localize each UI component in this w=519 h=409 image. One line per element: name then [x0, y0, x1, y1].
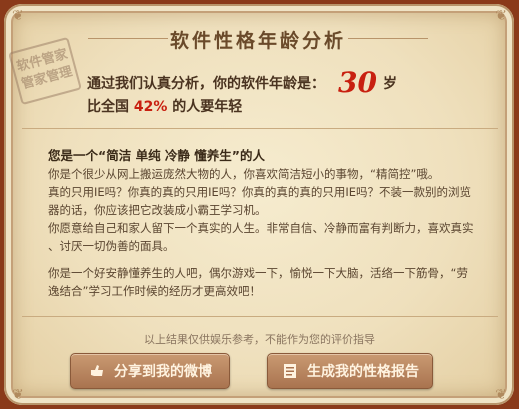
software-age-value: 30	[338, 66, 377, 99]
corner-ornament-icon: ❦	[12, 387, 24, 403]
report-icon	[281, 362, 299, 380]
description-line: 你是一个好安静懂养生的人吧，偶尔游戏一下，愉悦一下大脑，活络一下筋骨，“劳	[48, 266, 468, 280]
compare-prefix: 比全国	[87, 99, 129, 115]
personality-title: 您是一个“简洁 单纯 冷静 懂养生”的人	[48, 148, 265, 163]
description-line: 真的只用IE吗？你真的真的只用IE吗？你真的真的真的只用IE吗？不装一款别的浏览	[48, 185, 471, 199]
generate-report-button[interactable]: 生成我的性格报告	[267, 353, 433, 389]
divider	[22, 316, 498, 317]
share-button-label: 分享到我的微博	[114, 364, 212, 380]
disclaimer-text: 以上结果仅供娱乐参考，不能作为您的评价指导	[144, 333, 375, 346]
age-unit: 岁	[383, 76, 397, 92]
result-text: 通过我们认真分析，你的软件年龄是：	[87, 76, 325, 92]
corner-ornament-icon: ❦	[495, 387, 507, 403]
title-rule-left	[88, 38, 168, 39]
compare-suffix: 的人要年轻	[172, 99, 243, 115]
report-button-label: 生成我的性格报告	[307, 364, 419, 380]
share-weibo-button[interactable]: 分享到我的微博	[70, 353, 230, 389]
title-bar: 软件性格年龄分析	[88, 26, 428, 52]
divider	[22, 128, 498, 129]
page-title: 软件性格年龄分析	[169, 29, 346, 52]
corner-ornament-icon: ❦	[12, 8, 24, 24]
description-line: 、讨厌一切伪善的面具。	[48, 239, 175, 253]
corner-ornament-icon: ❦	[495, 8, 507, 24]
description-line: 逸结合”学习工作时候的经历才更高效吧！	[48, 284, 261, 298]
compare-percent: 42%	[133, 99, 168, 115]
description-line: 你是个很少从网上搬运庞然大物的人，你喜欢简洁短小的事物，“精简控”哦。	[48, 167, 440, 181]
share-icon	[88, 362, 106, 380]
description-line: 你愿意给自己和家人留下一个真实的人生。非常自信、冷静而富有判断力，喜欢真实	[48, 221, 474, 235]
compare-text: 比全国 42% 的人要年轻	[87, 96, 242, 116]
description-line: 器的话，你应该把它改装成小霸王学习机。	[48, 203, 267, 217]
title-rule-right	[348, 38, 428, 39]
